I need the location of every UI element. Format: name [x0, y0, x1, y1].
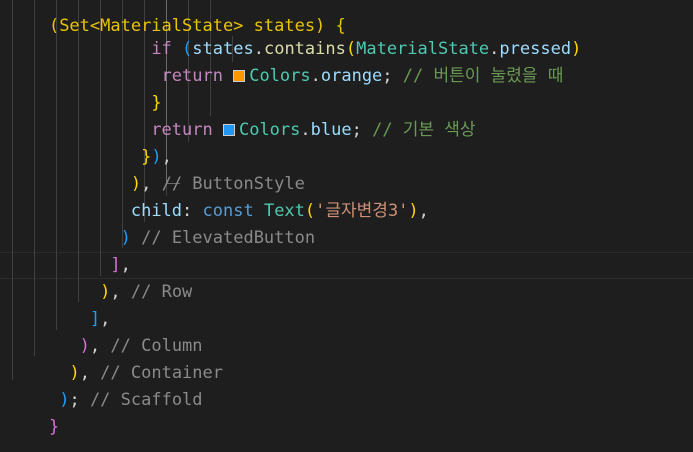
code-line-16: } — [8, 387, 693, 437]
code-line-13: ), // Column — [8, 306, 693, 356]
code-line-15: ); // Scaffold — [8, 360, 693, 410]
code-line-3: return Colors.orange; // 버튼이 눌렸을 때 — [8, 36, 693, 86]
code-line-11: ), // Row — [8, 252, 693, 302]
code-line-4: } — [8, 63, 693, 113]
code-line-14: ), // Container — [8, 333, 693, 383]
code-line-10: ], — [8, 225, 693, 275]
code-editor[interactable]: (Set<MaterialState> states) { if (states… — [0, 0, 693, 452]
code-line-7: ), // ButtonStyle — [8, 144, 693, 194]
code-line-6: }), — [8, 117, 693, 167]
code-line-12: ], — [8, 279, 693, 329]
code-line-9: ) // ElevatedButton — [8, 198, 693, 248]
code-line-8: child: const Text('글자변경3'), — [8, 171, 693, 221]
code-line-5: return Colors.blue; // 기본 색상 — [8, 90, 693, 140]
code-build-close: } — [48, 417, 60, 437]
code-line-2: if (states.contains(MaterialState.presse… — [8, 9, 693, 59]
